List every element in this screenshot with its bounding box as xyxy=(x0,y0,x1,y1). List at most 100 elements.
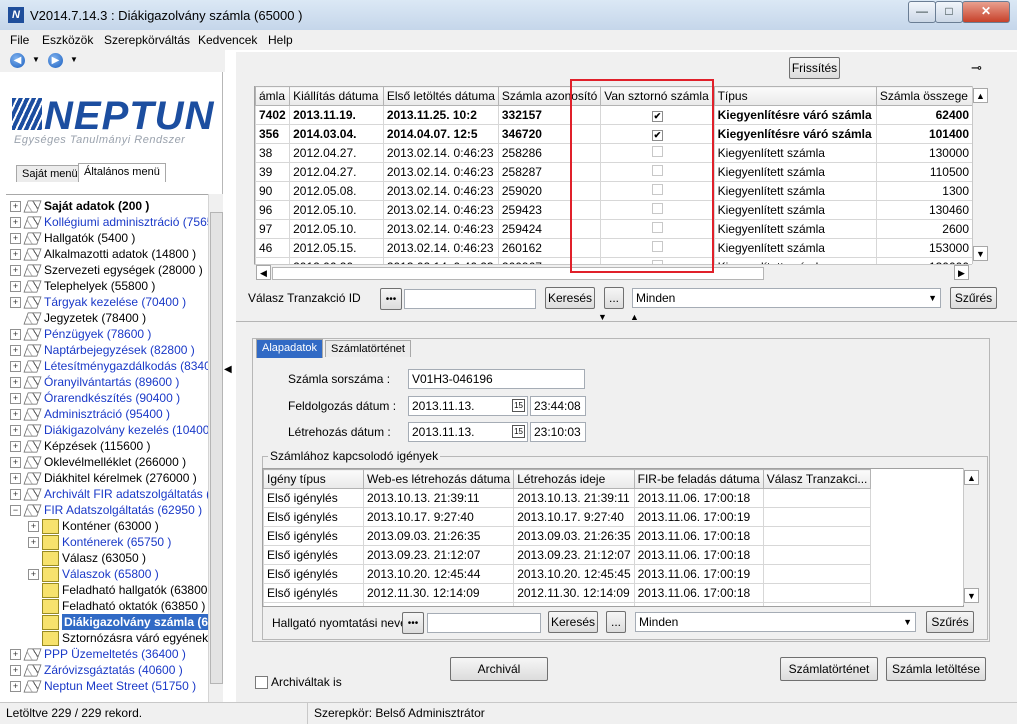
column-header[interactable]: Válasz Tranzakci... xyxy=(762,469,872,489)
tree-scrollbar-thumb[interactable] xyxy=(210,212,223,684)
tab-basic-data[interactable]: Alapadatok xyxy=(256,339,324,358)
scroll-down-arrow-icon[interactable]: ▼ xyxy=(964,588,979,603)
table-cell: 46 xyxy=(255,238,291,258)
search-button-2[interactable]: Keresés xyxy=(548,611,598,633)
expand-node-icon[interactable]: + xyxy=(10,281,21,292)
archived-checkbox[interactable] xyxy=(255,676,268,689)
student-dots-button[interactable]: ••• xyxy=(402,612,424,634)
splitter[interactable]: ▼ ▲ xyxy=(236,311,1017,322)
ellipsis-button-1[interactable]: ... xyxy=(604,287,624,309)
expand-node-icon[interactable]: + xyxy=(10,681,21,692)
filter-select-1[interactable]: Minden ▼ xyxy=(632,288,941,308)
back-dropdown-icon[interactable]: ▼ xyxy=(32,55,40,64)
menu-favorites[interactable]: Kedvencek xyxy=(198,33,257,47)
expand-node-icon[interactable]: + xyxy=(10,441,21,452)
column-header[interactable]: Számla összege xyxy=(875,86,973,106)
scroll-right-arrow-icon[interactable]: ▶ xyxy=(954,265,969,280)
tab-own-menu[interactable]: Saját menü xyxy=(16,165,84,182)
expand-node-icon[interactable]: + xyxy=(10,217,21,228)
expand-node-icon[interactable]: + xyxy=(10,457,21,468)
close-button[interactable]: ✕ xyxy=(962,1,1010,23)
student-print-name-input[interactable] xyxy=(427,613,541,633)
response-id-dots-button[interactable]: ••• xyxy=(380,288,402,310)
calendar-icon[interactable]: 15 xyxy=(512,425,525,438)
column-header[interactable]: Igény típus xyxy=(263,469,364,489)
table-row[interactable]: Első igénylés 2012.11.30. 12:14:09 2012.11… xyxy=(263,583,872,603)
pin-icon[interactable]: ⊸ xyxy=(971,60,982,76)
table-row[interactable]: Első igénylés 2013.10.13. 21:39:11 2013.10… xyxy=(263,488,872,508)
expand-node-icon[interactable]: + xyxy=(10,233,21,244)
column-header[interactable]: Típus xyxy=(713,86,877,106)
menu-tools[interactable]: Eszközök xyxy=(42,33,93,47)
invoice-grid-vscrollbar[interactable]: ▲ ▼ xyxy=(972,86,989,264)
download-invoice-button[interactable]: Számla letöltése xyxy=(886,657,986,681)
chevron-down-icon[interactable]: ▼ xyxy=(903,613,912,631)
processed-time-field[interactable]: 23:44:08 xyxy=(530,396,586,416)
table-row[interactable]: Első igénylés 2013.09.03. 21:26:35 2013.09… xyxy=(263,526,872,546)
splitter-down-icon[interactable]: ▼ xyxy=(598,312,607,322)
expand-node-icon[interactable]: + xyxy=(10,265,21,276)
created-date-field[interactable]: 2013.11.13. 15 xyxy=(408,422,528,442)
chevron-down-icon[interactable]: ▼ xyxy=(928,289,937,307)
search-button-1[interactable]: Keresés xyxy=(545,287,595,309)
expand-node-icon[interactable]: + xyxy=(10,409,21,420)
created-time-field[interactable]: 23:10:03 xyxy=(530,422,586,442)
expand-node-icon[interactable]: + xyxy=(28,521,39,532)
expand-node-icon[interactable]: + xyxy=(10,297,21,308)
tab-invoice-history[interactable]: Számlatörténet xyxy=(325,340,411,357)
ellipsis-button-2[interactable]: ... xyxy=(606,611,626,633)
collapse-panel-icon[interactable]: ◀ xyxy=(224,364,236,382)
archive-button[interactable]: Archivál xyxy=(450,657,548,681)
table-row[interactable]: Első igénylés 2013.10.17. 9:27:40 2013.10.… xyxy=(263,507,872,527)
scroll-left-arrow-icon[interactable]: ◀ xyxy=(256,265,271,280)
column-header[interactable]: Web-es létrehozás dátuma xyxy=(362,469,515,489)
expand-node-icon[interactable]: + xyxy=(10,665,21,676)
expand-node-icon[interactable]: + xyxy=(10,201,21,212)
expand-node-icon[interactable]: + xyxy=(10,377,21,388)
table-row[interactable]: Első igénylés 2013.10.20. 12:45:44 2013.10… xyxy=(263,564,872,584)
expand-node-icon[interactable]: + xyxy=(10,649,21,660)
filter-button-1[interactable]: Szűrés xyxy=(950,287,997,309)
splitter-up-icon[interactable]: ▲ xyxy=(630,312,639,322)
expand-node-icon[interactable]: + xyxy=(10,489,21,500)
expand-node-icon[interactable]: + xyxy=(10,473,21,484)
filter-button-2[interactable]: Szűrés xyxy=(926,611,974,633)
response-id-input[interactable] xyxy=(404,289,536,309)
scroll-up-arrow-icon[interactable]: ▲ xyxy=(964,470,979,485)
serial-field[interactable]: V01H3-046196 xyxy=(408,369,585,389)
column-header[interactable]: Létrehozás ideje xyxy=(513,469,635,489)
tree-scrollbar[interactable] xyxy=(208,194,223,704)
scroll-up-arrow-icon[interactable]: ▲ xyxy=(973,88,988,103)
calendar-icon[interactable]: 15 xyxy=(512,399,525,412)
menu-file[interactable]: File xyxy=(10,33,29,47)
tab-general-menu[interactable]: Általános menü xyxy=(78,163,166,182)
expand-node-icon[interactable]: + xyxy=(10,249,21,260)
processed-date-field[interactable]: 2013.11.13. 15 xyxy=(408,396,528,416)
maximize-button[interactable]: □ xyxy=(935,1,963,23)
table-row[interactable]: Első igénylés 2013.09.23. 21:12:07 2013.09… xyxy=(263,545,872,565)
expand-node-icon[interactable]: + xyxy=(10,393,21,404)
expand-node-icon[interactable]: + xyxy=(28,569,39,580)
filter-select-2[interactable]: Minden ▼ xyxy=(635,612,916,632)
back-arrow-icon[interactable]: ◀ xyxy=(10,53,25,68)
column-header[interactable]: Első letöltés dátuma xyxy=(382,86,499,106)
forward-dropdown-icon[interactable]: ▼ xyxy=(70,55,78,64)
expand-node-icon[interactable]: + xyxy=(10,329,21,340)
menu-help[interactable]: Help xyxy=(268,33,293,47)
menu-role-switch[interactable]: Szerepkörváltás xyxy=(104,33,190,47)
collapse-node-icon[interactable]: − xyxy=(10,505,21,516)
table-row[interactable]: Első igénylés2013.09.10. 17:50:222013.09… xyxy=(263,602,872,606)
requests-grid-vscrollbar[interactable]: ▲ ▼ xyxy=(963,468,980,605)
minimize-button[interactable]: — xyxy=(908,1,936,23)
expand-node-icon[interactable]: + xyxy=(28,537,39,548)
scroll-down-arrow-icon[interactable]: ▼ xyxy=(973,246,988,261)
expand-node-icon[interactable]: + xyxy=(10,345,21,356)
expand-node-icon[interactable]: + xyxy=(10,361,21,372)
invoice-history-button[interactable]: Számlatörténet xyxy=(780,657,878,681)
column-header[interactable]: Kiállítás dátuma xyxy=(289,86,384,106)
column-header[interactable]: ámla xyxy=(255,86,291,106)
forward-arrow-icon[interactable]: ▶ xyxy=(48,53,63,68)
refresh-button[interactable]: Frissítés xyxy=(789,57,840,79)
expand-node-icon[interactable]: + xyxy=(10,425,21,436)
column-header[interactable]: FIR-be feladás dátuma xyxy=(633,469,764,489)
